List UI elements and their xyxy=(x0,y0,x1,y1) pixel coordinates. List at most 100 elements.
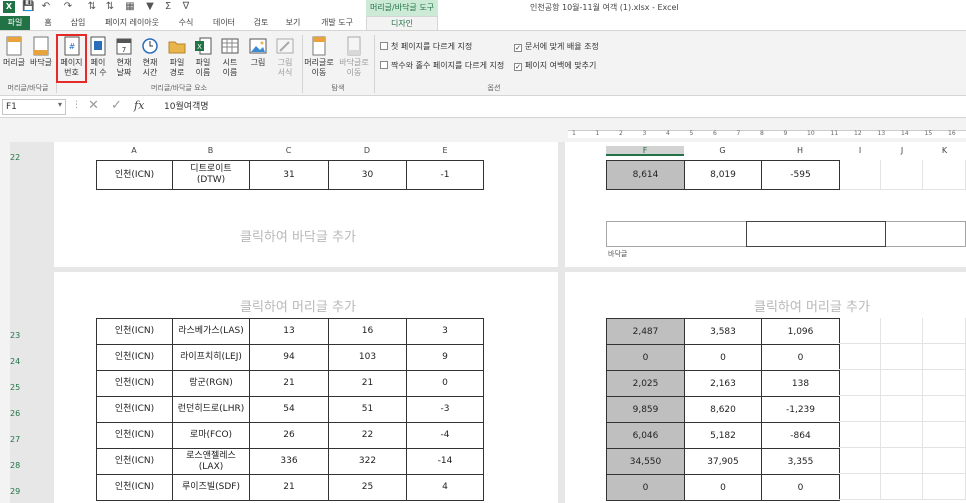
grid-cell[interactable] xyxy=(839,370,881,396)
table-cell[interactable]: 21 xyxy=(249,474,329,501)
fx-icon[interactable]: fx xyxy=(134,99,144,112)
table-cell[interactable]: 336 xyxy=(249,448,329,475)
table-cell[interactable]: 4 xyxy=(406,474,484,501)
table-cell[interactable]: 3,583 xyxy=(684,318,762,345)
table-cell[interactable]: 라이프치히(LEJ) xyxy=(172,344,250,371)
enter-icon[interactable]: ✓ xyxy=(111,98,122,113)
table-cell[interactable]: -4 xyxy=(406,422,484,449)
grid-cell[interactable] xyxy=(923,422,966,448)
table-cell[interactable]: 2,163 xyxy=(684,370,762,397)
current-time-button[interactable]: 현재 시간 xyxy=(138,34,162,82)
grid-cell[interactable] xyxy=(881,422,923,448)
filter-icon[interactable]: ▼ xyxy=(144,1,156,13)
table-cell[interactable]: 322 xyxy=(328,448,407,475)
table-cell[interactable]: 54 xyxy=(249,396,329,423)
tab-design[interactable]: 디자인 xyxy=(366,16,438,30)
table-cell[interactable]: 25 xyxy=(328,474,407,501)
align-with-margins-checkbox[interactable]: ✓ 페이지 여백에 맞추기 xyxy=(514,60,596,71)
row-header-28[interactable]: 28 xyxy=(10,460,42,472)
table-cell[interactable]: 94 xyxy=(249,344,329,371)
table-cell[interactable]: -1,239 xyxy=(761,396,840,423)
tab-insert[interactable]: 삽입 xyxy=(64,16,92,30)
table-cell[interactable]: 인천(ICN) xyxy=(96,396,173,423)
cancel-icon[interactable]: ✕ xyxy=(88,98,99,113)
table-cell[interactable]: 26 xyxy=(249,422,329,449)
table-cell[interactable]: 인천(ICN) xyxy=(96,370,173,397)
tab-file[interactable]: 파일 xyxy=(0,16,30,30)
row-header-27[interactable]: 27 xyxy=(10,434,42,446)
table-cell[interactable]: 인천(ICN) xyxy=(96,318,173,345)
table-cell[interactable]: 인천(ICN) xyxy=(96,344,173,371)
table-cell[interactable]: 6,046 xyxy=(606,422,685,449)
table-cell[interactable]: 인천(ICN) xyxy=(96,474,173,501)
table-cell[interactable]: 21 xyxy=(249,370,329,397)
file-name-button[interactable]: X 파일 이름 xyxy=(191,34,215,82)
formula-input[interactable]: 10월여객명 xyxy=(164,99,964,115)
table-cell[interactable]: 9 xyxy=(406,344,484,371)
tab-page-layout[interactable]: 페이지 레이아웃 xyxy=(96,16,168,30)
table-cell[interactable]: -14 xyxy=(406,448,484,475)
table-cell[interactable]: 34,550 xyxy=(606,448,685,475)
go-to-footer-button[interactable]: 바닥글로 이동 xyxy=(337,34,371,82)
grid-cell[interactable] xyxy=(839,474,881,500)
save-icon[interactable]: 💾 xyxy=(22,1,34,13)
table-cell[interactable]: 37,905 xyxy=(684,448,762,475)
grid-cell[interactable] xyxy=(881,448,923,474)
different-first-page-checkbox[interactable]: 첫 페이지를 다르게 지정 xyxy=(380,41,472,52)
sheet-name-button[interactable]: 시트 이름 xyxy=(218,34,242,82)
row-header-25[interactable]: 25 xyxy=(10,382,42,394)
sort-desc-icon[interactable]: ⇅ xyxy=(104,1,116,13)
grid-cell[interactable] xyxy=(839,318,881,344)
page-number-button[interactable]: # 페이지 번호 xyxy=(58,34,85,82)
grid-cell[interactable] xyxy=(881,344,923,370)
picture-button[interactable]: 그림 xyxy=(246,34,270,82)
grid-cell[interactable] xyxy=(881,370,923,396)
table-cell[interactable]: 런던히드로(LHR) xyxy=(172,396,250,423)
grid-cell[interactable] xyxy=(881,396,923,422)
table-cell[interactable]: 8,620 xyxy=(684,396,762,423)
grid-cell[interactable] xyxy=(923,370,966,396)
table-cell[interactable]: 16 xyxy=(328,318,407,345)
name-box[interactable]: F1 xyxy=(2,99,66,115)
tab-review[interactable]: 검토 xyxy=(248,16,274,30)
tab-formulas[interactable]: 수식 xyxy=(172,16,200,30)
table-cell[interactable]: 인천(ICN) xyxy=(96,448,173,475)
table-cell[interactable]: 3,355 xyxy=(761,448,840,475)
table-cell[interactable]: 로마(FCO) xyxy=(172,422,250,449)
table-cell[interactable]: -864 xyxy=(761,422,840,449)
grid-cell[interactable] xyxy=(839,448,881,474)
table-cell[interactable]: 0 xyxy=(684,344,762,371)
format-picture-button[interactable]: 그림 서식 xyxy=(273,34,297,82)
current-date-button[interactable]: 7 현재 날짜 xyxy=(112,34,136,82)
table-cell[interactable]: 22 xyxy=(328,422,407,449)
table-cell[interactable]: -3 xyxy=(406,396,484,423)
row-header-24[interactable]: 24 xyxy=(10,356,42,368)
scale-with-document-checkbox[interactable]: ✓ 문서에 맞게 배율 조정 xyxy=(514,41,599,52)
grid-cell[interactable] xyxy=(839,396,881,422)
file-path-button[interactable]: 파일 경로 xyxy=(165,34,189,82)
table-cell[interactable]: 0 xyxy=(761,344,840,371)
table-cell[interactable]: 라스베가스(LAS) xyxy=(172,318,250,345)
table-cell[interactable]: 2,025 xyxy=(606,370,685,397)
table-cell[interactable]: 인천(ICN) xyxy=(96,422,173,449)
grid-cell[interactable] xyxy=(923,344,966,370)
different-odd-even-checkbox[interactable]: 짝수와 홀수 페이지를 다르게 지정 xyxy=(380,60,504,71)
table-cell[interactable]: 9,859 xyxy=(606,396,685,423)
name-box-dropdown-icon[interactable]: ▾ xyxy=(58,100,62,109)
table-cell[interactable]: 1,096 xyxy=(761,318,840,345)
tab-view[interactable]: 보기 xyxy=(280,16,306,30)
table-cell[interactable]: 0 xyxy=(606,344,685,371)
table-cell[interactable]: 13 xyxy=(249,318,329,345)
table-cell[interactable]: 0 xyxy=(606,474,685,501)
grid-cell[interactable] xyxy=(923,448,966,474)
table-cell[interactable]: 2,487 xyxy=(606,318,685,345)
footer-button[interactable]: 바닥글 xyxy=(28,34,54,82)
table-cell[interactable]: 51 xyxy=(328,396,407,423)
grid-cell[interactable] xyxy=(839,344,881,370)
grid-cell[interactable] xyxy=(881,474,923,500)
page-count-button[interactable]: 페이 지 수 xyxy=(87,34,109,82)
row-header-26[interactable]: 26 xyxy=(10,408,42,420)
grid-cell[interactable] xyxy=(923,396,966,422)
tab-developer[interactable]: 개발 도구 xyxy=(312,16,362,30)
sort-asc-icon[interactable]: ⇅ xyxy=(86,1,98,13)
